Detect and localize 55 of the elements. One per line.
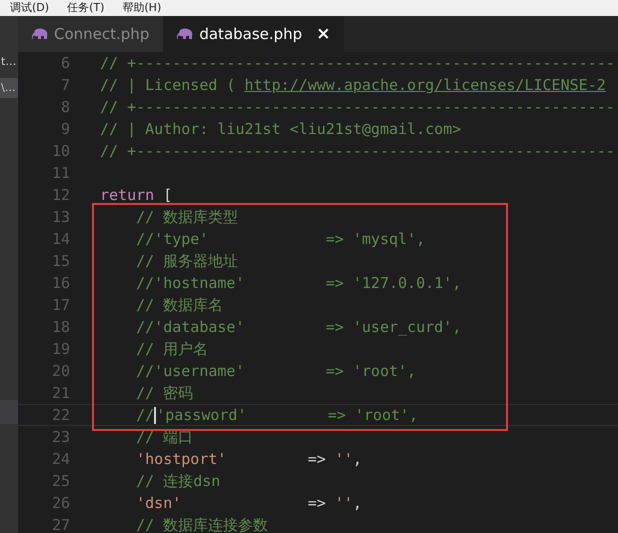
line-number: 15 (50, 252, 70, 270)
line-number: 16 (50, 274, 70, 292)
close-icon[interactable]: × (316, 24, 330, 44)
menu-item[interactable]: 帮助(H) (122, 1, 162, 15)
code-line: //'hostname' => '127.0.0.1', (135, 274, 462, 292)
code-line: 'dsn' => '', (135, 494, 362, 512)
code-line: // 用户名 (135, 340, 208, 358)
code-line: // 端口 (135, 428, 194, 446)
code-line: //'database' => 'user_curd', (135, 318, 462, 336)
line-number: 23 (50, 428, 70, 446)
line-number: 7 (60, 76, 70, 94)
code-line: // 数据库名 (135, 296, 224, 314)
code-line: // 数据库连接参数 (135, 516, 268, 533)
code-line: // | Author: liu21st <liu21st@gmail.com> (100, 120, 462, 138)
file-tab[interactable]: Connect.php (18, 16, 164, 52)
code-line: //'password' => 'root', (135, 406, 418, 424)
code-line: // 服务器地址 (135, 252, 238, 270)
line-number: 26 (50, 494, 70, 512)
code-line: //'type' => 'mysql', (135, 230, 426, 248)
code-line: 'hostport' => '', (135, 450, 362, 468)
selection-highlight (0, 400, 18, 424)
line-number: 10 (50, 142, 70, 160)
explorer-item[interactable]: \… (0, 78, 18, 98)
code-line: //'username' => 'root', (135, 362, 416, 380)
line-number: 19 (50, 340, 70, 358)
code-line: // 数据库类型 (135, 208, 238, 226)
line-number: 20 (50, 362, 70, 380)
line-number: 24 (50, 450, 70, 468)
elephant-icon (177, 28, 194, 40)
line-number: 12 (50, 186, 70, 204)
code-line: return [ (100, 186, 172, 204)
code-line: // +----------------------------------------------------- (100, 98, 615, 116)
line-number: 13 (50, 208, 70, 226)
menu-item[interactable]: 任务(T) (67, 1, 104, 15)
line-number: 22 (50, 406, 70, 424)
elephant-icon (32, 28, 48, 40)
line-number: 9 (60, 120, 70, 138)
explorer-item[interactable]: t… (0, 52, 18, 72)
code-line: // +----------------------------------------------------- (100, 142, 615, 160)
line-number: 6 (60, 54, 70, 72)
line-number: 11 (50, 164, 70, 182)
file-tab[interactable]: database.php × (163, 16, 344, 52)
code-line: // 连接dsn (135, 472, 220, 490)
line-number: 14 (50, 230, 70, 248)
code-line: // +----------------------------------------------------- (100, 54, 615, 72)
line-number: 21 (50, 384, 70, 402)
code-line: // | Licensed ( http://www.apache.org/licenses/LICENSE-2 (100, 76, 606, 94)
code-line: // 密码 (135, 384, 194, 402)
line-number: 25 (50, 472, 70, 490)
license-link[interactable]: http://www.apache.org/licenses/LICENSE-2 (244, 76, 606, 94)
line-number: 27 (50, 516, 70, 533)
line-number: 18 (50, 318, 70, 336)
menu-item[interactable]: 调试(D) (10, 1, 50, 15)
line-number: 17 (50, 296, 70, 314)
line-number: 8 (60, 98, 70, 116)
